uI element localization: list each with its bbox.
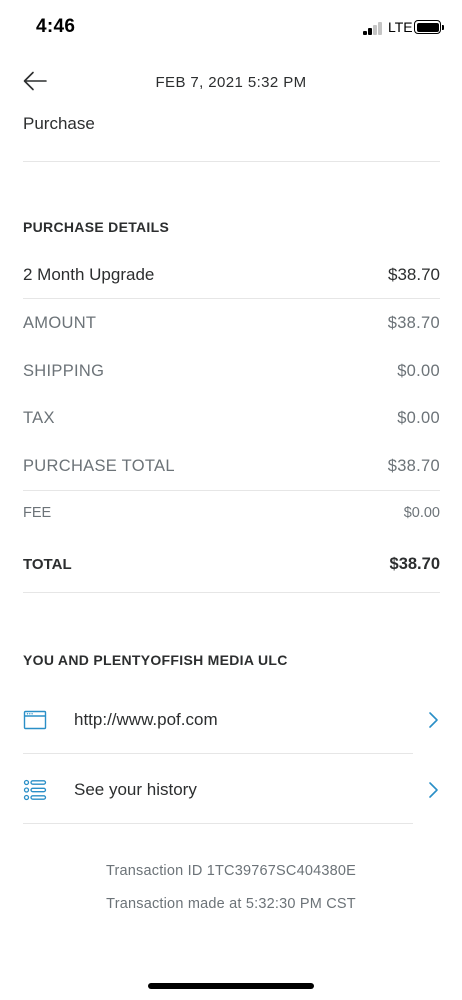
tax-row: TAX $0.00 — [23, 409, 440, 428]
tax-value: $0.00 — [397, 409, 440, 427]
divider — [23, 592, 440, 593]
divider — [23, 753, 413, 754]
divider — [23, 490, 440, 491]
chevron-right-icon — [429, 782, 438, 798]
battery-icon — [414, 20, 444, 34]
amount-row: AMOUNT $38.70 — [23, 314, 440, 333]
purchase-total-row: PURCHASE TOTAL $38.70 — [23, 457, 440, 476]
status-time: 4:46 — [36, 16, 76, 37]
divider — [23, 823, 413, 824]
item-label: 2 Month Upgrade — [23, 265, 155, 284]
website-url: http://www.pof.com — [74, 710, 218, 729]
amount-label: AMOUNT — [23, 314, 97, 332]
browser-window-icon — [23, 710, 47, 730]
total-value: $38.70 — [389, 555, 440, 573]
amount-value: $38.70 — [387, 314, 440, 332]
chevron-right-icon — [429, 712, 438, 728]
shipping-label: SHIPPING — [23, 362, 105, 380]
transaction-time: Transaction made at 5:32:30 PM CST — [106, 896, 356, 912]
purchase-details-heading: PURCHASE DETAILS — [23, 219, 170, 235]
merchant-heading: YOU AND PLENTYOFFISH MEDIA ULC — [23, 652, 288, 668]
fee-label: FEE — [23, 505, 52, 521]
transaction-id: Transaction ID 1TC39767SC404380E — [105, 863, 357, 879]
list-icon — [23, 779, 47, 801]
history-label: See your history — [74, 780, 197, 799]
divider — [23, 161, 440, 162]
item-value: $38.70 — [388, 265, 440, 284]
total-row: TOTAL $38.70 — [23, 555, 440, 574]
shipping-value: $0.00 — [397, 362, 440, 380]
history-link[interactable]: See your history — [23, 766, 440, 814]
item-row: 2 Month Upgrade $38.70 — [23, 265, 440, 285]
website-link[interactable]: http://www.pof.com — [23, 696, 440, 744]
transaction-datetime: FEB 7, 2021 5:32 PM — [155, 74, 307, 91]
home-indicator[interactable] — [148, 983, 314, 989]
status-bar: 4:46 LTE — [0, 0, 462, 56]
signal-icon — [363, 22, 383, 35]
shipping-row: SHIPPING $0.00 — [23, 362, 440, 381]
total-label: TOTAL — [23, 556, 72, 573]
fee-value: $0.00 — [403, 505, 440, 521]
fee-row: FEE $0.00 — [23, 505, 440, 521]
nav-bar: FEB 7, 2021 5:32 PM — [0, 60, 462, 104]
network-type: LTE — [388, 19, 413, 35]
tax-label: TAX — [23, 409, 55, 427]
divider — [23, 298, 440, 299]
purchase-total-value: $38.70 — [387, 457, 440, 475]
purchase-total-label: PURCHASE TOTAL — [23, 457, 175, 475]
transaction-type: Purchase — [23, 114, 95, 133]
